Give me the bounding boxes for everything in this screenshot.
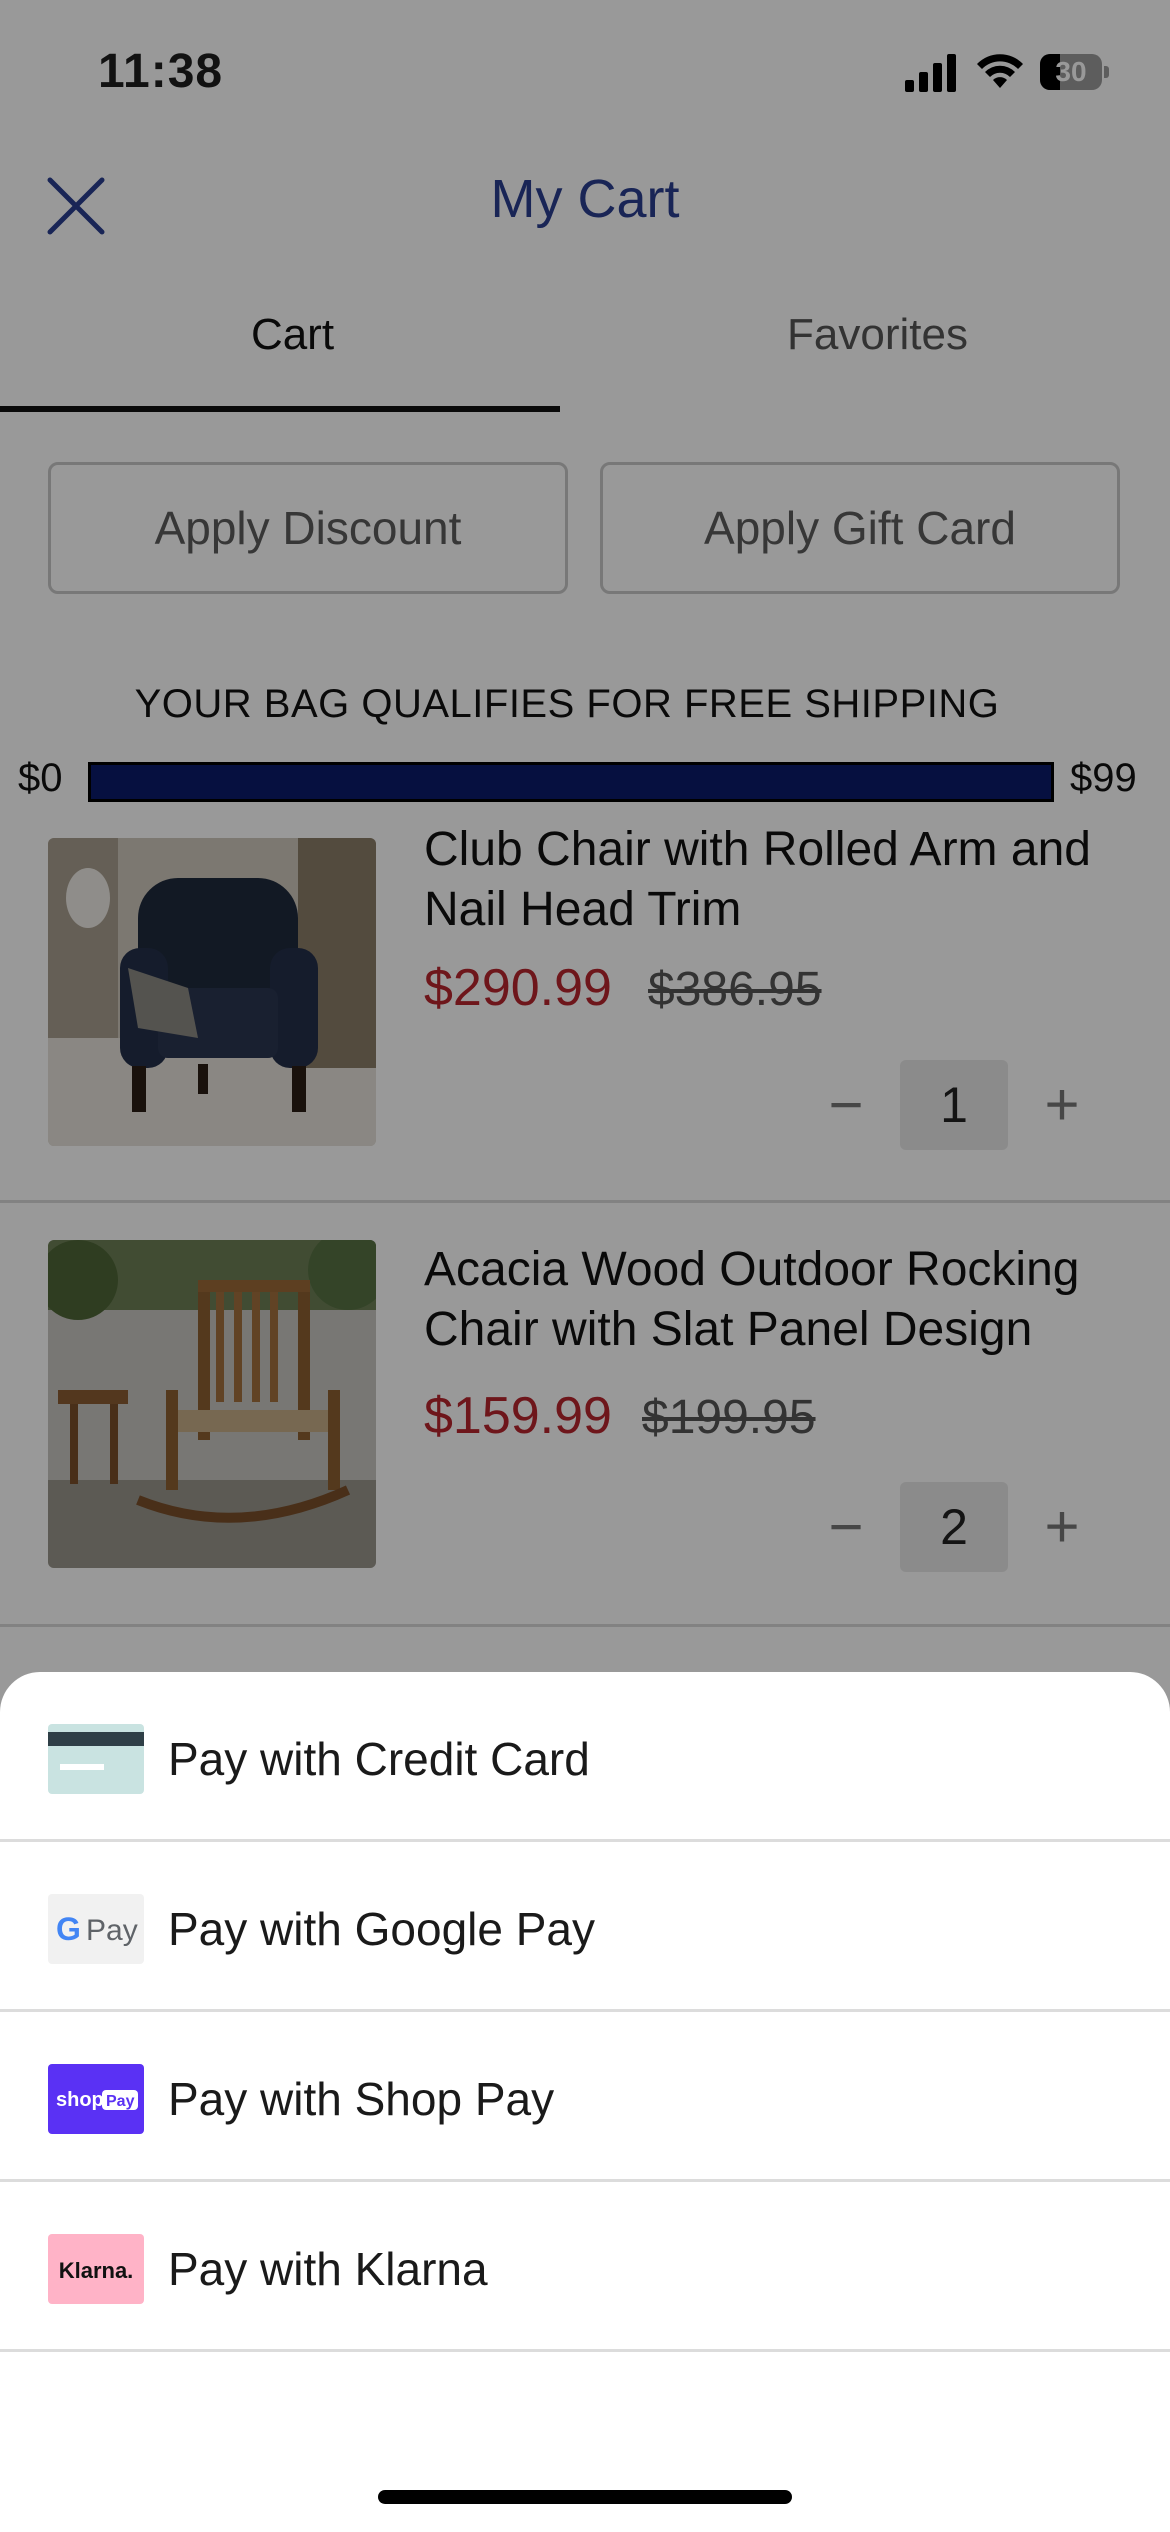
svg-text:Pay: Pay	[86, 1914, 138, 1947]
svg-text:shop: shop	[56, 2089, 104, 2111]
payment-options-sheet: Pay with Credit Card G Pay Pay with Goog…	[0, 1672, 1170, 2532]
pay-google-pay-option[interactable]: G Pay Pay with Google Pay	[0, 1842, 1170, 2012]
cart-page: 11:38 30 My Cart Cart Favorites Apply Di…	[0, 0, 1170, 2532]
home-indicator[interactable]	[378, 2490, 792, 2504]
svg-text:Pay: Pay	[106, 2093, 135, 2110]
credit-card-icon	[48, 1724, 144, 1794]
pay-option-label: Pay with Klarna	[168, 2243, 488, 2295]
shop-pay-logo: shop Pay	[48, 2064, 144, 2134]
pay-klarna-option[interactable]: Klarna. Pay with Klarna	[0, 2182, 1170, 2352]
klarna-logo: Klarna.	[48, 2234, 144, 2304]
svg-text:G: G	[56, 1911, 81, 1947]
svg-text:Klarna.: Klarna.	[59, 2258, 134, 2283]
pay-option-label: Pay with Google Pay	[168, 1903, 596, 1955]
google-pay-logo: G Pay	[48, 1894, 144, 1964]
pay-option-label: Pay with Credit Card	[168, 1733, 590, 1785]
pay-shop-pay-option[interactable]: shop Pay Pay with Shop Pay	[0, 2012, 1170, 2182]
pay-option-label: Pay with Shop Pay	[168, 2073, 555, 2125]
pay-credit-card-option[interactable]: Pay with Credit Card	[0, 1672, 1170, 1842]
